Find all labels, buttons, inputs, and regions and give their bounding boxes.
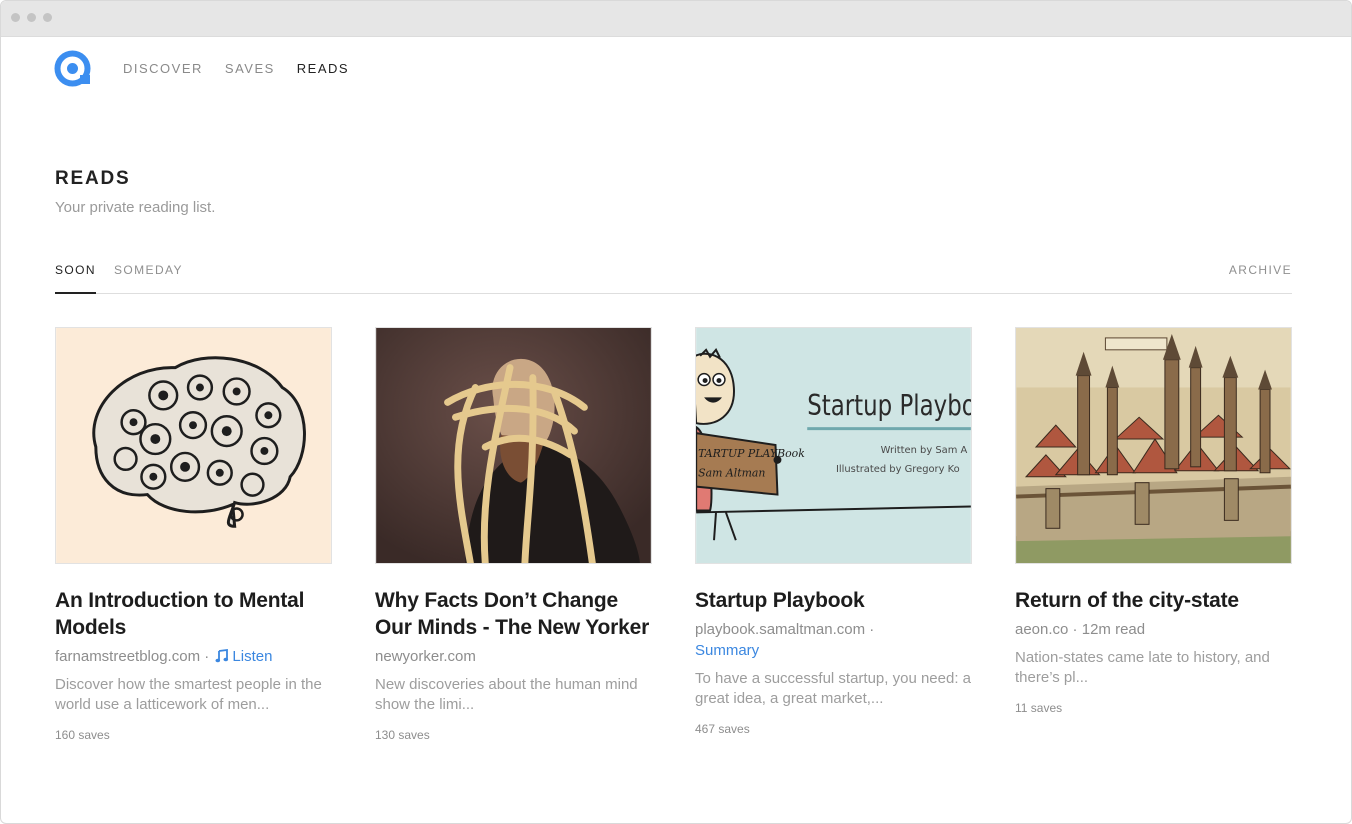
main-nav: DISCOVER SAVES READS (123, 61, 349, 76)
article-card: Why Facts Don’t Change Our Minds - The N… (375, 327, 652, 742)
save-count: 130 saves (375, 728, 430, 742)
save-count: 467 saves (695, 722, 750, 736)
article-card: An Introduction to Mental Models farnams… (55, 327, 332, 742)
listen-link[interactable]: Listen (213, 648, 272, 665)
gear-brain-thumbnail[interactable] (55, 327, 332, 564)
cover-written-by: Written by Sam A (881, 445, 968, 456)
reading-list-tabs: SOON SOMEDAY ARCHIVE (55, 263, 1292, 294)
article-title[interactable]: Startup Playbook (695, 587, 972, 614)
article-excerpt: To have a successful startup, you need: … (695, 670, 971, 707)
page-title: READS (55, 168, 131, 189)
browser-window: DISCOVER SAVES READS READS Your private … (0, 0, 1352, 824)
summary-link[interactable]: Summary (695, 642, 759, 659)
article-source[interactable]: aeon.co (1015, 621, 1068, 638)
tab-archive[interactable]: ARCHIVE (1229, 263, 1292, 294)
startup-playbook-thumbnail[interactable]: TARTUP PLAYBook Sam Altman Startup Playb… (695, 327, 972, 564)
article-title[interactable]: An Introduction to Mental Models (55, 587, 332, 641)
save-count: 160 saves (55, 728, 110, 742)
window-dot[interactable] (11, 13, 20, 22)
meta-separator: · (1068, 621, 1082, 638)
article-card: Return of the city-state aeon.co · 12m r… (1015, 327, 1292, 715)
at-sign-logo-icon[interactable] (54, 50, 91, 87)
article-meta: playbook.samaltman.com · Summary (695, 619, 972, 661)
sign-line1: TARTUP PLAYBook (698, 447, 805, 460)
article-source[interactable]: newyorker.com (375, 648, 476, 665)
article-card: TARTUP PLAYBook Sam Altman Startup Playb… (695, 327, 972, 736)
nav-reads[interactable]: READS (297, 61, 349, 76)
read-time: 12m read (1081, 621, 1146, 638)
article-excerpt: Discover how the smartest people in the … (55, 676, 322, 713)
meta-separator: · (865, 621, 875, 638)
page-subtitle: Your private reading list. (55, 199, 216, 216)
listen-label[interactable]: Listen (232, 648, 272, 665)
medieval-city-thumbnail[interactable] (1015, 327, 1292, 564)
sign-line2: Sam Altman (698, 467, 765, 480)
music-note-icon (215, 649, 229, 663)
article-meta: farnamstreetblog.com · Listen (55, 646, 332, 667)
window-dot[interactable] (27, 13, 36, 22)
save-count: 11 saves (1015, 701, 1063, 715)
article-excerpt: Nation-states came late to history, and … (1015, 649, 1270, 686)
article-source[interactable]: playbook.samaltman.com (695, 621, 865, 638)
nav-saves[interactable]: SAVES (225, 61, 275, 76)
nav-discover[interactable]: DISCOVER (123, 61, 203, 76)
window-dot[interactable] (43, 13, 52, 22)
bound-man-thumbnail[interactable] (375, 327, 652, 564)
article-meta: aeon.co · 12m read (1015, 619, 1292, 640)
tab-someday[interactable]: SOMEDAY (114, 263, 183, 294)
article-title[interactable]: Why Facts Don’t Change Our Minds - The N… (375, 587, 652, 641)
window-titlebar (1, 1, 1351, 37)
article-excerpt: New discoveries about the human mind sho… (375, 676, 638, 713)
article-title[interactable]: Return of the city-state (1015, 587, 1292, 614)
tab-soon[interactable]: SOON (55, 263, 96, 294)
cover-heading: Startup Playbo (807, 388, 972, 422)
article-source[interactable]: farnamstreetblog.com (55, 648, 200, 665)
meta-separator: · (200, 648, 214, 665)
article-meta: newyorker.com (375, 646, 652, 667)
cover-illustrated-by: Illustrated by Gregory Ko (836, 464, 960, 475)
